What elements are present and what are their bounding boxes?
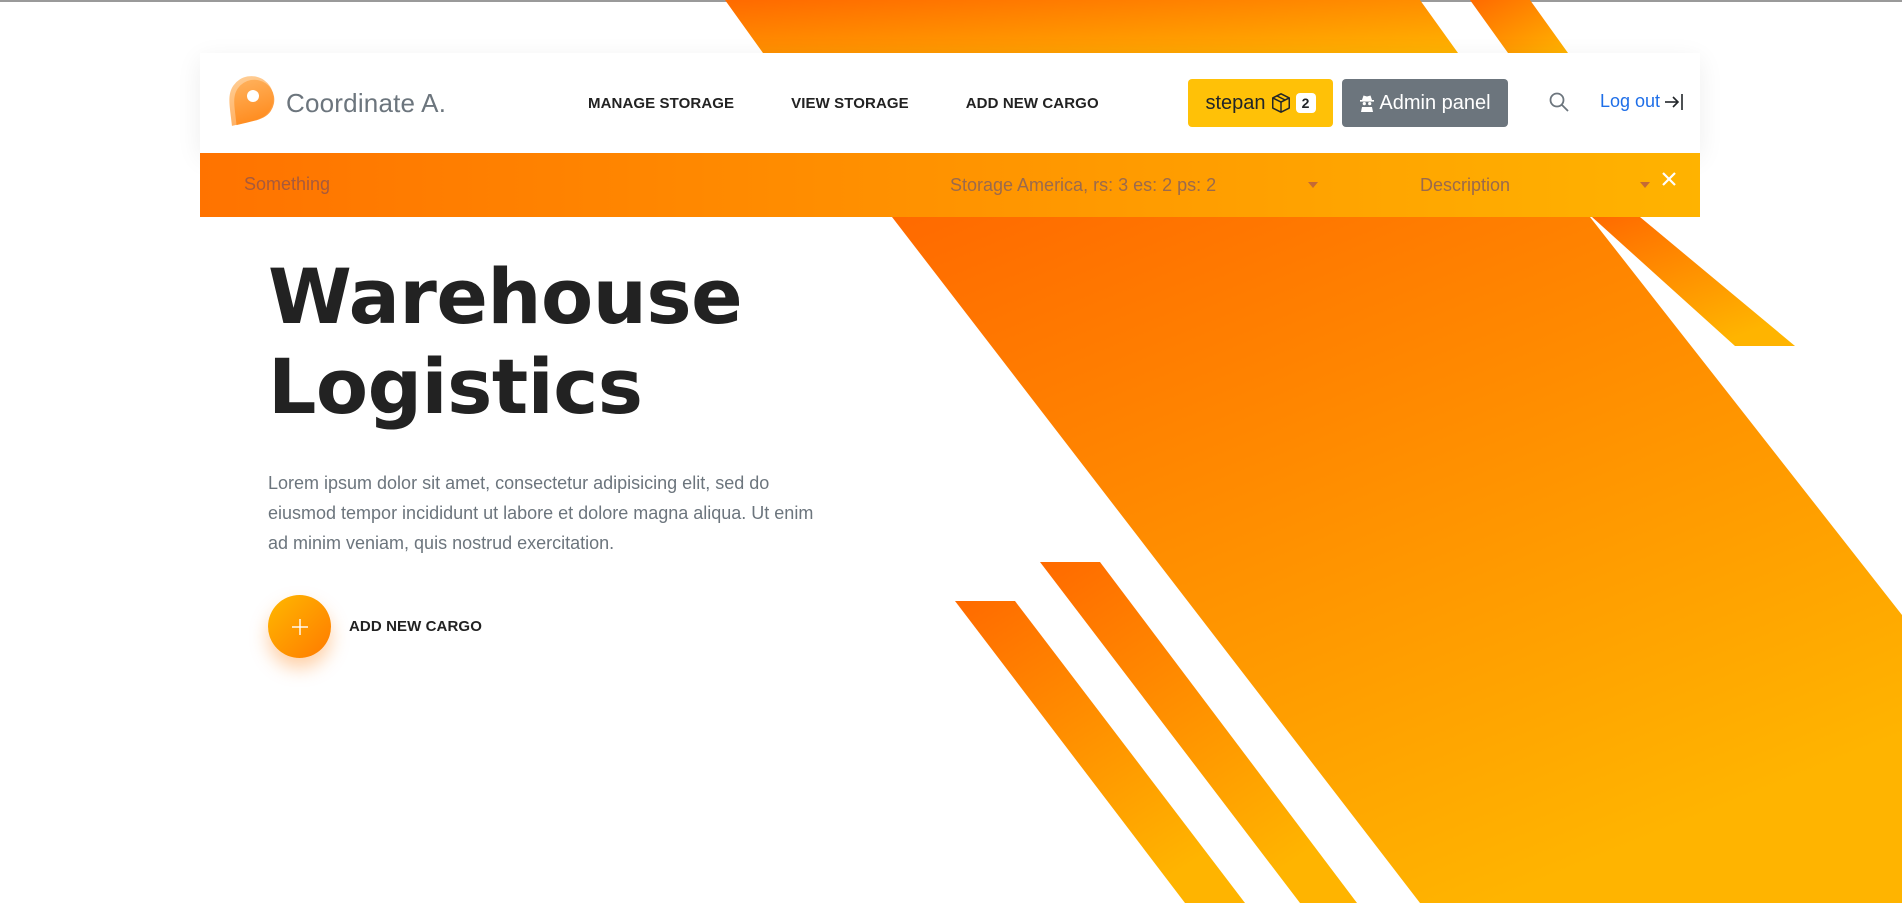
admin-panel-label: Admin panel (1379, 91, 1491, 114)
cta-circle-button[interactable] (268, 595, 331, 658)
chevron-down-icon (1308, 182, 1318, 188)
stripe-top-main (725, 0, 1458, 53)
nav-add-new-cargo[interactable]: ADD NEW CARGO (966, 95, 1099, 112)
search-icon[interactable] (1548, 91, 1570, 113)
brand-name: Coordinate A. (286, 87, 447, 118)
user-cargo-button[interactable]: stepan 2 (1188, 79, 1333, 127)
box-icon (1271, 93, 1290, 113)
hero-title-line-1: Warehouse (268, 252, 743, 341)
logout-link[interactable]: Log out (1600, 91, 1685, 112)
nav-view-storage[interactable]: VIEW STORAGE (791, 95, 909, 112)
logout-icon (1665, 93, 1683, 110)
filter-bar: Storage America, rs: 3 es: 2 ps: 2 Descr… (200, 153, 1700, 217)
admin-panel-button[interactable]: Admin panel (1342, 79, 1508, 127)
hero-description: Lorem ipsum dolor sit amet, consectetur … (268, 473, 814, 553)
add-new-cargo-cta[interactable]: ADD NEW CARGO (268, 595, 482, 658)
description-select-value: Description (1420, 174, 1511, 195)
brand[interactable]: Coordinate A. (216, 69, 446, 137)
chevron-down-icon (1640, 182, 1650, 188)
cargo-count-badge: 2 (1295, 93, 1316, 113)
cta-label[interactable]: ADD NEW CARGO (349, 618, 482, 635)
user-name: stepan (1205, 91, 1266, 114)
close-icon[interactable] (1662, 172, 1676, 186)
logout-label: Log out (1600, 91, 1661, 111)
main-menu: MANAGE STORAGE VIEW STORAGE ADD NEW CARG… (588, 53, 1156, 153)
stripe-top-small (1470, 0, 1568, 53)
description-select[interactable]: Description (1420, 169, 1650, 201)
hero-title-line-2: Logistics (268, 342, 643, 431)
plus-icon (291, 618, 308, 635)
nav-manage-storage[interactable]: MANAGE STORAGE (588, 95, 734, 112)
location-pin-icon (229, 76, 275, 126)
storage-select-value: Storage America, rs: 3 es: 2 ps: 2 (950, 174, 1217, 195)
spy-icon (1360, 95, 1375, 112)
navbar: Coordinate A. MANAGE STORAGE VIEW STORAG… (200, 53, 1700, 153)
storage-select[interactable]: Storage America, rs: 3 es: 2 ps: 2 (950, 169, 1318, 201)
filter-search-input[interactable] (240, 169, 848, 199)
hero-title: Warehouse Logistics (268, 252, 743, 432)
